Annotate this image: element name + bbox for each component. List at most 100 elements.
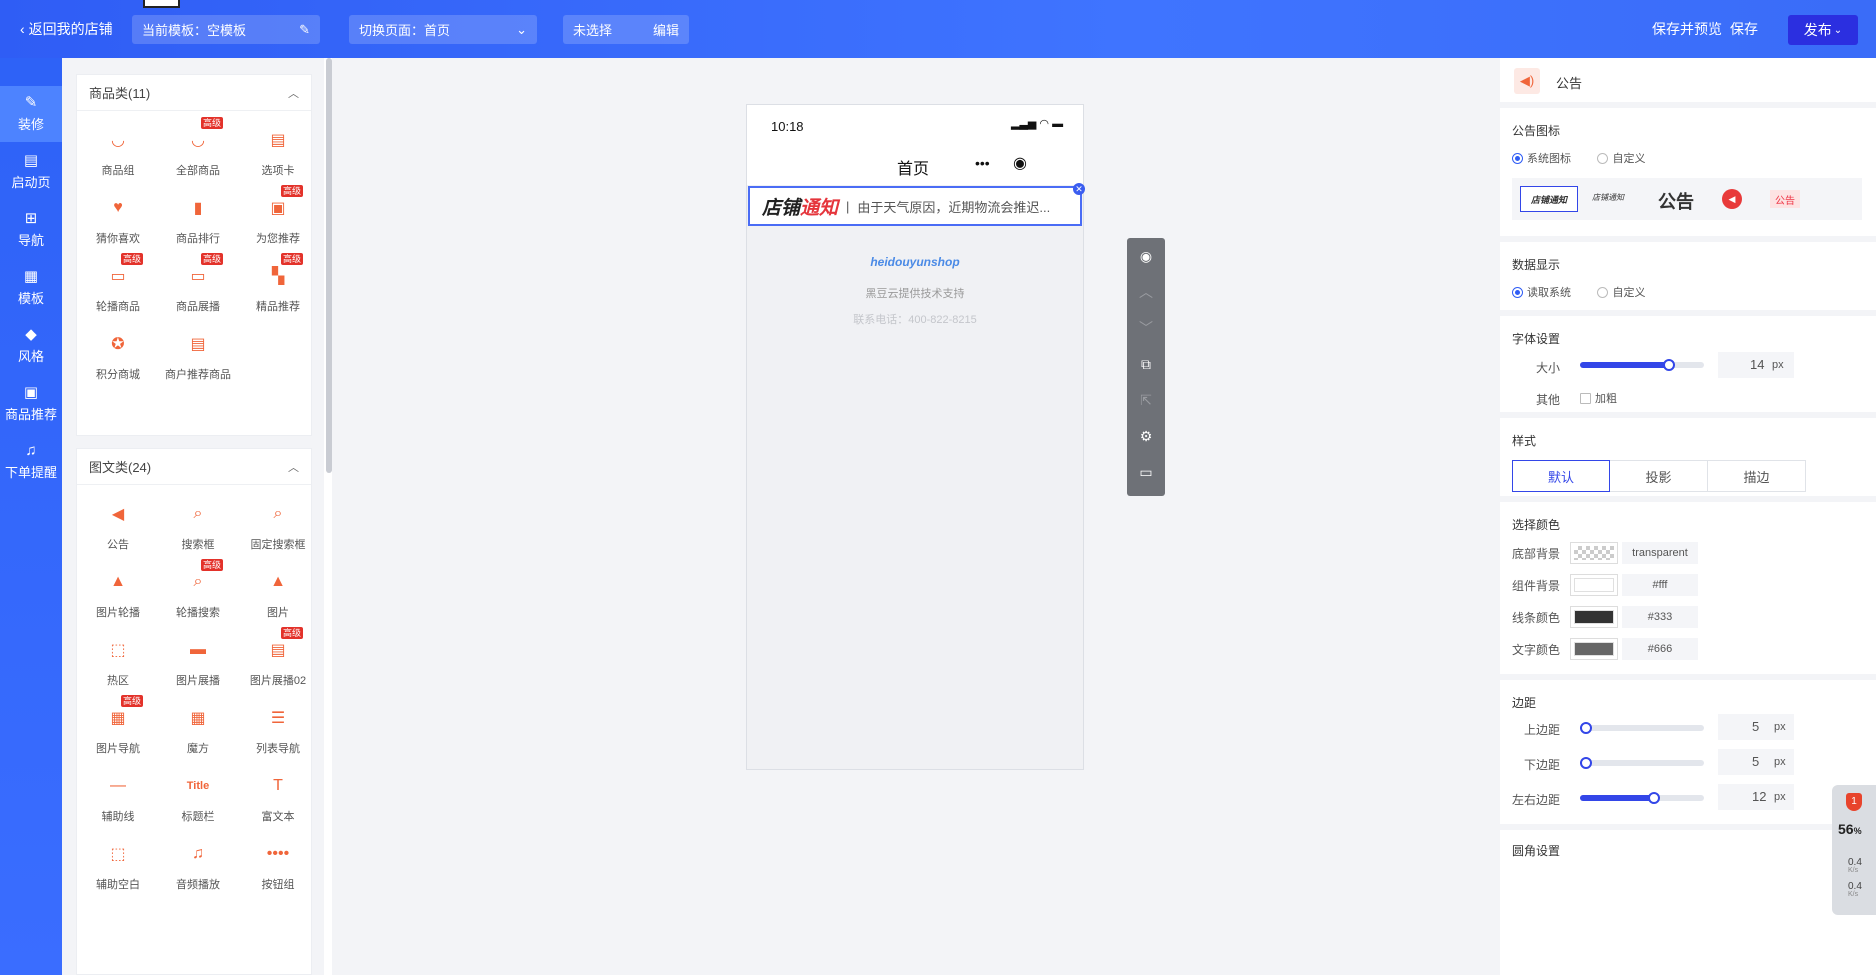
radio-custom-icon[interactable]: 自定义 [1597,150,1645,166]
component-item[interactable]: ▭ 高级 轮播商品 [81,253,155,325]
component-item[interactable]: ◀ 公告 [81,493,155,563]
component-item[interactable]: ☰ 列表导航 [241,697,311,767]
component-item[interactable]: •••• 按钮组 [241,833,311,903]
component-item[interactable]: ◡ 商品组 [81,119,155,189]
radio-system-icon[interactable]: 系统图标 [1512,150,1571,166]
bold-checkbox[interactable]: 加粗 [1580,390,1617,409]
category-graphic-header[interactable]: 图文类(24) ︿ [77,449,311,485]
back-to-store-link[interactable]: ‹ 返回我的店铺 [20,19,113,39]
style-default-option[interactable]: 默认 [1512,460,1610,492]
export-icon[interactable]: ⇱ [1127,382,1165,418]
component-item[interactable]: ▭ 高级 商品展播 [161,253,235,325]
slider-knob[interactable] [1580,722,1593,734]
edit-pencil-icon[interactable]: ✎ [299,22,310,38]
slider-knob[interactable] [1580,757,1593,769]
rail-item-template[interactable]: ▦ 模板 [0,260,62,316]
component-item[interactable]: ▲ 图片 [241,561,311,631]
settings-icon[interactable]: ⚙ [1127,418,1165,454]
component-item[interactable]: ▦ 魔方 [161,697,235,767]
rail-item-launch[interactable]: ▤ 启动页 [0,144,62,200]
color-label: 组件背景 [1512,579,1561,593]
target-circle-icon[interactable]: ◉ [1013,153,1027,173]
component-item[interactable]: ⌕ 搜索框 [161,493,235,563]
color-swatch[interactable] [1570,606,1618,628]
component-item[interactable]: ▬ 图片展播 [161,629,235,699]
note-icon[interactable]: ▭ [1127,454,1165,490]
radio-read-system[interactable]: 读取系统 [1512,284,1571,300]
component-item[interactable]: ◡ 高级 全部商品 [161,117,235,189]
chevron-up-icon[interactable]: ︿ [288,459,299,475]
color-swatch[interactable] [1570,638,1618,660]
radio-custom-data[interactable]: 自定义 [1597,284,1645,300]
component-item[interactable]: ▚ 高级 精品推荐 [241,253,315,325]
component-item[interactable]: ✪ 积分商城 [81,323,155,393]
component-item[interactable]: T 富文本 [241,765,311,835]
component-item[interactable]: ♫ 音频播放 [161,833,235,903]
page-switch-select[interactable]: 切换页面：首页 ⌄ [349,15,537,44]
rail-item-style[interactable]: ◆ 风格 [0,318,62,374]
component-item[interactable]: ▣ 高级 为您推荐 [241,185,315,257]
color-swatch[interactable] [1570,542,1618,564]
component-item[interactable]: ⬚ 辅助空白 [81,833,155,903]
icon-sample-shop-notice[interactable]: 店铺通知 [1520,186,1578,212]
more-dots-icon[interactable]: ••• [975,155,990,171]
component-label: 轮播商品 [96,301,140,313]
notice-logo-a: 店铺 [762,197,801,219]
copy-icon[interactable]: ⧉ [1127,346,1165,382]
arrow-up-icon[interactable]: ︿ [1127,274,1165,310]
margin-slider[interactable] [1580,722,1704,734]
font-size-input[interactable]: 14 px [1718,352,1794,378]
color-swatch[interactable] [1570,574,1618,596]
arrow-down-icon[interactable]: ﹀ [1127,310,1165,346]
icon-sample-tag-notice[interactable]: 公告 [1770,190,1800,208]
save-button[interactable]: 保存 [1730,19,1758,39]
component-item[interactable]: — 辅助线 [81,765,155,835]
close-icon[interactable]: ✕ [1073,183,1085,195]
component-item[interactable]: ♥ 猜你喜欢 [81,187,155,257]
save-preview-button[interactable]: 保存并预览 [1652,19,1722,39]
rail-item-recommend[interactable]: ▣ 商品推荐 [0,376,62,432]
component-item[interactable]: ▤ 商户推荐商品 [161,323,235,393]
color-value[interactable]: #333 [1622,606,1698,628]
rail-item-decorate[interactable]: ✎ 装修 [0,86,62,142]
color-value[interactable]: #fff [1622,574,1698,596]
slider-knob[interactable] [1648,792,1661,804]
component-item[interactable]: ▤ 选项卡 [241,119,315,189]
chevron-up-icon[interactable]: ︿ [288,85,299,101]
component-label: 公告 [107,539,129,551]
margin-input[interactable]: 5 px [1718,714,1794,740]
edit-button[interactable]: 编辑 [653,20,679,39]
component-item[interactable]: ▮ 商品排行 [161,187,235,257]
style-shadow-option[interactable]: 投影 [1610,460,1708,492]
component-item[interactable]: ▲ 图片轮播 [81,561,155,631]
margin-input[interactable]: 12 px [1718,784,1794,810]
rail-item-nav[interactable]: ⊞ 导航 [0,202,62,258]
component-item[interactable]: ⌕ 固定搜索框 [241,493,311,563]
margin-input[interactable]: 5 px [1718,749,1794,775]
component-item[interactable]: ▦ 高级 图片导航 [81,695,155,767]
icon-sample-bold-notice[interactable]: 公告 [1658,188,1694,214]
eye-icon[interactable]: ◉ [1127,238,1165,274]
notice-component[interactable]: 店铺通知 | 由于天气原因，近期物流会推迟... ✕ [748,183,1085,226]
color-value[interactable]: transparent [1622,542,1698,564]
component-item[interactable]: ⌕ 高级 轮播搜索 [161,559,235,631]
network-monitor-widget[interactable]: 1 56% 0.4 K/s 0.4 K/s [1832,785,1876,915]
style-border-option[interactable]: 描边 [1708,460,1806,492]
speaker-round-icon[interactable]: ◀ [1722,189,1742,209]
chevron-left-icon: ‹ [20,21,25,37]
font-size-slider[interactable] [1580,359,1704,371]
component-item[interactable]: Title 标题栏 [161,765,235,835]
color-value[interactable]: #666 [1622,638,1698,660]
margin-slider[interactable] [1580,792,1704,804]
support-text: 黑豆云提供技术支持 [865,288,965,300]
category-goods-header[interactable]: 商品类(11) ︿ [77,75,311,111]
icon-sample-shop-notice-small[interactable]: 店铺通知 [1592,192,1624,203]
rail-item-order-reminder[interactable]: ♫ 下单提醒 [0,434,62,490]
component-item[interactable]: ▤ 高级 图片展播02 [241,627,311,699]
margin-slider[interactable] [1580,757,1704,769]
component-item[interactable]: ⬚ 热区 [81,629,155,699]
template-chip[interactable]: 当前模板：空模板 ✎ [132,15,320,44]
publish-button[interactable]: 发布 ⌄ [1788,15,1858,45]
component-icon: ▚ 高级 [271,253,303,285]
slider-knob[interactable] [1663,359,1676,371]
